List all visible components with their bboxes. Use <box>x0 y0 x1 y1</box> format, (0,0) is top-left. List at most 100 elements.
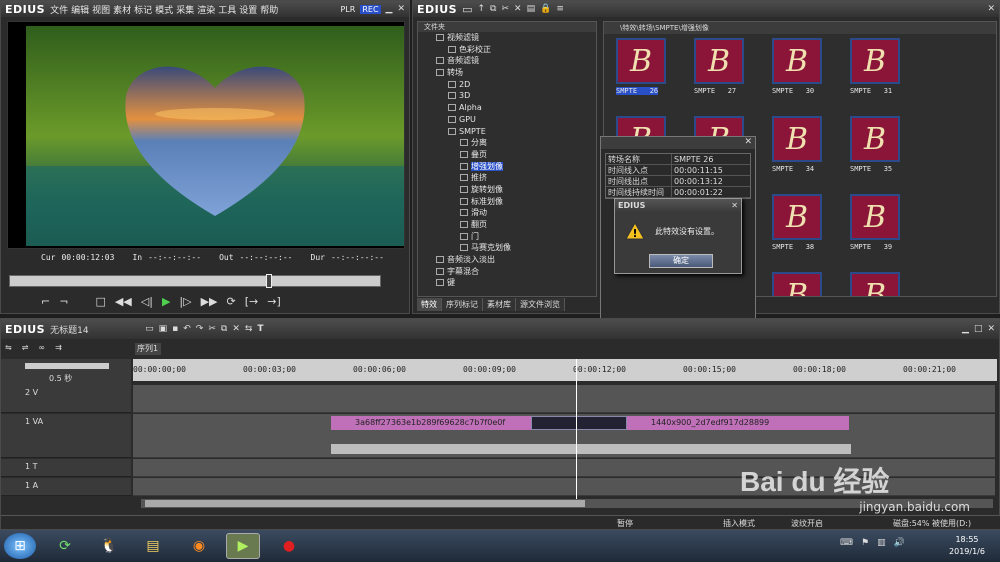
tree-item[interactable]: 滑动 <box>418 207 596 219</box>
clock[interactable]: 18:55 2019/1/6 <box>942 534 992 558</box>
clip-1[interactable]: 3a68ff27363e1b289f69628c7b7f0e0f <box>331 416 531 430</box>
menu-item-7[interactable]: 渲染 <box>197 6 215 16</box>
effects-tab[interactable]: 特效 <box>417 298 442 311</box>
tree-item[interactable]: 3D <box>418 90 596 102</box>
play-icon[interactable]: ▶ <box>162 295 170 311</box>
link-icon[interactable]: ⇋ <box>5 343 12 355</box>
track-lane-2v[interactable] <box>133 385 995 413</box>
menu-item-1[interactable]: 编辑 <box>71 6 89 16</box>
step-forward-icon[interactable]: |▷ <box>179 295 191 311</box>
time-ruler[interactable]: 00:00:00;00 00:00:03;00 00:00:06;00 00:00:0… <box>133 359 997 381</box>
transition-thumbnail[interactable]: B <box>850 38 900 84</box>
transition-thumbnail[interactable]: B <box>772 272 822 296</box>
mark-out-icon[interactable]: ¬ <box>59 295 68 311</box>
sequence-tab[interactable]: 序列1 <box>135 343 161 355</box>
tree-item[interactable]: 推挤 <box>418 172 596 184</box>
close-icon[interactable]: ✕ <box>397 4 405 14</box>
tree-item[interactable]: 转场 <box>418 67 596 79</box>
delete-tl-icon[interactable]: ✕ <box>232 324 240 334</box>
transition-thumbnail[interactable]: B <box>850 194 900 240</box>
taskbar-qq[interactable]: 🐧 <box>92 533 126 559</box>
timeline-minimize-icon[interactable]: ▁ <box>962 324 969 334</box>
transition-thumbnail[interactable]: B <box>772 38 822 84</box>
list-view-icon[interactable]: ≡ <box>556 4 564 14</box>
menu-item-5[interactable]: 模式 <box>155 6 173 16</box>
ok-button[interactable]: 确定 <box>649 254 713 268</box>
undo-icon[interactable]: ↶ <box>183 324 191 334</box>
split-icon[interactable]: ⇆ <box>245 324 253 334</box>
loop-icon[interactable]: ⟳ <box>227 295 236 311</box>
taskbar-recorder[interactable]: ● <box>272 533 306 559</box>
track-header-1va[interactable]: 1 VA <box>1 414 131 458</box>
transition-thumbnail[interactable]: B <box>772 116 822 162</box>
menu-item-0[interactable]: 文件 <box>50 6 68 16</box>
dialog-close-icon[interactable]: ✕ <box>731 201 738 210</box>
tree-item[interactable]: 键 <box>418 277 596 289</box>
save-icon[interactable]: ▪ <box>172 324 178 334</box>
redo-icon[interactable]: ↷ <box>196 324 204 334</box>
timeline-maximize-icon[interactable]: □ <box>974 324 983 334</box>
zoom-slider[interactable] <box>25 363 109 369</box>
slider-thumb[interactable] <box>266 274 272 288</box>
menu-item-3[interactable]: 素材 <box>113 6 131 16</box>
transition-mark[interactable] <box>531 416 627 430</box>
snap-icon[interactable]: ⇉ <box>55 343 62 355</box>
tree-item[interactable]: 字幕混合 <box>418 266 596 278</box>
audio-clip[interactable] <box>331 444 851 454</box>
up-icon[interactable]: ↑ <box>478 4 486 14</box>
tree-item[interactable]: 叠页 <box>418 149 596 161</box>
tray-volume-icon[interactable]: 🔊 <box>894 538 905 548</box>
tree-item[interactable]: 2D <box>418 79 596 91</box>
overwrite-icon[interactable]: →] <box>267 295 281 311</box>
new-sequence-icon[interactable]: ▭ <box>145 324 154 334</box>
track-header-1t[interactable]: 1 T <box>1 459 131 477</box>
effects-tab[interactable]: 素材库 <box>483 298 516 311</box>
start-button[interactable]: ⊞ <box>4 533 36 559</box>
tree-item[interactable]: 增强划像 <box>418 161 596 173</box>
title-icon[interactable]: T <box>257 324 263 334</box>
cut-tl-icon[interactable]: ✂ <box>208 324 216 334</box>
minimize-icon[interactable]: ▁ <box>386 4 393 14</box>
copy-icon[interactable]: ⧉ <box>490 4 496 14</box>
scrollbar-thumb[interactable] <box>145 500 585 507</box>
mark-in-icon[interactable]: ⌐ <box>41 295 50 311</box>
tree-item[interactable]: Alpha <box>418 102 596 114</box>
tree-item[interactable]: 旋转划像 <box>418 184 596 196</box>
copy-tl-icon[interactable]: ⧉ <box>221 324 227 334</box>
step-back-icon[interactable]: ◁| <box>141 295 153 311</box>
track-lane-1va[interactable]: 3a68ff27363e1b289f69628c7b7f0e0f 1440x90… <box>133 414 995 458</box>
tray-flag-icon[interactable]: ⚑ <box>861 538 869 548</box>
stop-icon[interactable]: □ <box>95 295 105 311</box>
effects-tab[interactable]: 序列标记 <box>442 298 483 311</box>
rec-toggle[interactable]: REC <box>360 4 381 14</box>
taskbar-explorer[interactable]: ▤ <box>136 533 170 559</box>
effects-close-icon[interactable]: ✕ <box>987 4 995 14</box>
sync-icon[interactable]: ∞ <box>38 343 45 355</box>
menu-item-4[interactable]: 标记 <box>134 6 152 16</box>
group-icon[interactable]: ⇌ <box>22 343 29 355</box>
insert-icon[interactable]: [→ <box>245 295 259 311</box>
properties-icon[interactable]: ▤ <box>527 4 536 14</box>
tree-item[interactable]: 色彩校正 <box>418 44 596 56</box>
effects-tab[interactable]: 源文件浏览 <box>516 298 565 311</box>
transition-thumbnail[interactable]: B <box>616 38 666 84</box>
cut-icon[interactable]: ✂ <box>501 4 509 14</box>
menu-item-9[interactable]: 设置 <box>239 6 257 16</box>
clip-2[interactable]: 1440x900_2d7edf917d28899 <box>627 416 849 430</box>
transition-thumbnail[interactable]: B <box>850 116 900 162</box>
rewind-icon[interactable]: ◀◀ <box>115 295 132 311</box>
delete-icon[interactable]: ✕ <box>514 4 522 14</box>
taskbar-firefox[interactable]: ◉ <box>182 533 216 559</box>
menu-item-8[interactable]: 工具 <box>218 6 236 16</box>
tree-item[interactable]: 翻页 <box>418 219 596 231</box>
position-slider[interactable] <box>9 274 381 288</box>
menu-item-2[interactable]: 视图 <box>92 6 110 16</box>
tree-item[interactable]: 分离 <box>418 137 596 149</box>
plr-toggle[interactable]: PLR <box>340 5 355 14</box>
tree-item[interactable]: GPU <box>418 114 596 126</box>
folder-icon[interactable]: ▭ <box>462 3 472 16</box>
tray-keyboard-icon[interactable]: ⌨ <box>840 538 853 548</box>
tree-item[interactable]: 视频滤镜 <box>418 32 596 44</box>
track-header-1a[interactable]: 1 A <box>1 478 131 496</box>
info-close-icon[interactable]: ✕ <box>744 137 752 147</box>
